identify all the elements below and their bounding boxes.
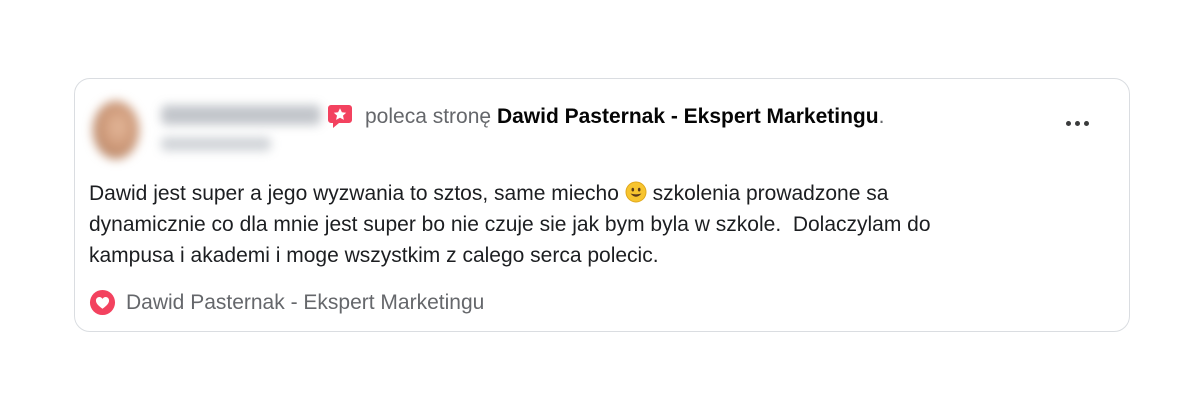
heart-icon xyxy=(89,289,116,316)
more-options-button[interactable] xyxy=(1057,111,1097,135)
header-period: . xyxy=(878,105,885,128)
recommendation-post-card: poleca stronę Dawid Pasternak - Ekspert … xyxy=(74,78,1130,332)
smiling-face-emoji-icon xyxy=(625,181,647,203)
author-name-blurred[interactable] xyxy=(161,105,321,125)
author-avatar[interactable] xyxy=(93,101,139,159)
recommends-label: poleca stronę xyxy=(365,105,492,128)
recommend-star-icon xyxy=(328,105,352,128)
post-body-line: dynamicznie co dla mnie jest super bo ni… xyxy=(89,213,931,236)
post-body: Dawid jest super a jego wyzwania to szto… xyxy=(89,178,1089,271)
footer-page-link[interactable]: Dawid Pasternak - Ekspert Marketingu xyxy=(126,290,484,316)
post-body-line: Dawid jest super a jego wyzwania to szto… xyxy=(89,178,1089,209)
recommendation-footer: Dawid Pasternak - Ekspert Marketingu xyxy=(89,289,484,316)
more-options-icon xyxy=(1065,120,1071,126)
more-options-icon-dot xyxy=(1083,120,1089,126)
post-body-line: kampusa i akademi i moge wszystkim z cal… xyxy=(89,244,659,267)
post-body-line-1-end: szkolenia prowadzone sa xyxy=(652,182,889,205)
more-options-icon-dot xyxy=(1074,120,1080,126)
post-meta-blurred xyxy=(161,137,271,151)
post-header: poleca stronę Dawid Pasternak - Ekspert … xyxy=(365,104,884,130)
page-name-link[interactable]: Dawid Pasternak - Ekspert Marketingu xyxy=(497,105,879,128)
post-body-line-1: Dawid jest super a jego wyzwania to szto… xyxy=(89,182,619,205)
